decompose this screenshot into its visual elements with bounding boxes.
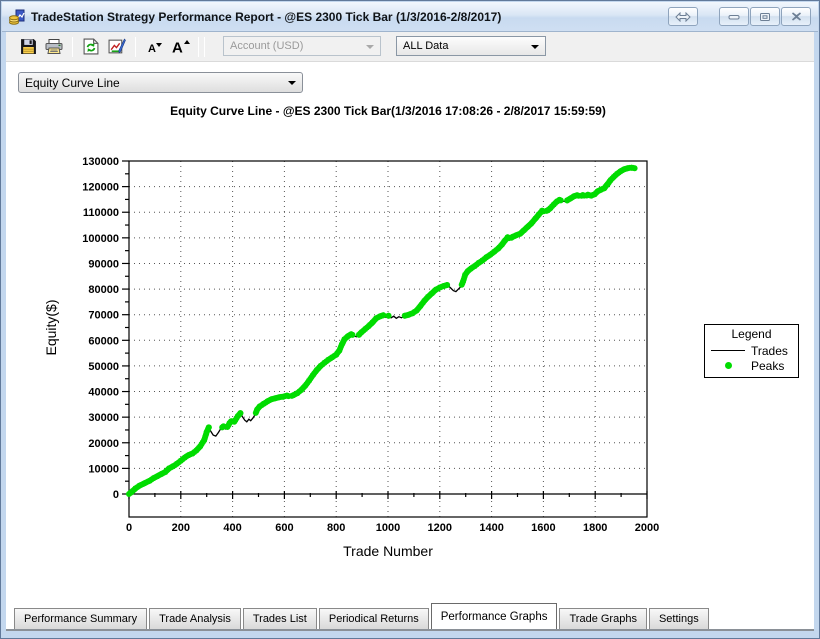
peaks-dot-sample <box>724 362 732 369</box>
y-tick-label: 20000 <box>88 438 119 450</box>
legend-label: Trades <box>751 343 788 358</box>
tab-trade-graphs[interactable]: Trade Graphs <box>559 608 647 629</box>
font-larger-icon: A <box>170 38 190 55</box>
toolbar-separator <box>135 36 136 57</box>
restore-icon <box>759 12 771 22</box>
legend-item-trades: Trades <box>705 343 798 358</box>
chart-legend: Legend Trades Peaks <box>704 324 799 378</box>
y-tick-label: 60000 <box>88 335 119 347</box>
toolbar-separator <box>198 36 199 57</box>
x-tick-label: 1200 <box>428 522 452 534</box>
tradestation-report-icon <box>9 9 25 25</box>
data-range-dropdown-value: ALL Data <box>403 40 449 52</box>
toolbar-separator <box>204 36 205 57</box>
export-report-button[interactable] <box>104 35 130 59</box>
printer-icon <box>45 38 63 55</box>
chart-title: Equity Curve Line - @ES 2300 Tick Bar(1/… <box>170 104 606 118</box>
save-button[interactable] <box>15 35 41 59</box>
x-tick-label: 1800 <box>583 522 607 534</box>
x-tick-label: 1600 <box>531 522 555 534</box>
toolbar: A A Account (USD) ALL Data <box>6 32 814 61</box>
chevron-down-icon <box>531 45 539 49</box>
x-tick-label: 600 <box>275 522 293 534</box>
legend-title: Legend <box>731 327 772 341</box>
maximize-button[interactable] <box>750 7 780 26</box>
plot-frame <box>128 160 648 518</box>
refresh-button[interactable] <box>78 35 104 59</box>
y-tick-label: 30000 <box>88 412 119 424</box>
x-axis-title: Trade Number <box>343 543 433 559</box>
report-area: Equity Curve Line 0 10000 20000 30000 40000 5… <box>6 61 814 631</box>
print-button[interactable] <box>41 35 67 59</box>
y-tick-label: 80000 <box>88 284 119 296</box>
trades-line-sample <box>711 350 745 351</box>
x-tick-label: 1000 <box>376 522 400 534</box>
font-smaller-icon: A <box>145 39 163 55</box>
window-title: TradeStation Strategy Performance Report… <box>31 9 502 24</box>
y-tick-label: 70000 <box>88 310 119 322</box>
refresh-page-icon <box>83 38 99 55</box>
minimize-button[interactable] <box>719 7 749 26</box>
y-tick-label: 110000 <box>83 207 119 219</box>
equity-curve-chart: 0100002000030000400005000060000700008000… <box>43 104 659 559</box>
y-tick-label: 10000 <box>88 463 119 475</box>
x-tick-label: 0 <box>126 522 132 534</box>
x-tick-label: 800 <box>327 522 345 534</box>
restore-toggle-button[interactable] <box>668 7 698 26</box>
tab-performance-summary[interactable]: Performance Summary <box>14 608 148 629</box>
x-tick-label: 200 <box>172 522 190 534</box>
y-tick-label: 100000 <box>82 233 119 245</box>
tab-settings[interactable]: Settings <box>648 608 709 629</box>
y-tick-label: 0 <box>113 489 119 501</box>
app-window: TradeStation Strategy Performance Report… <box>0 0 820 639</box>
y-tick-label: 130000 <box>82 156 119 168</box>
peaks-series-dots <box>126 164 638 497</box>
y-tick-label: 40000 <box>88 387 119 399</box>
y-tick-label: 120000 <box>82 182 119 194</box>
y-axis-title: Equity($) <box>43 299 59 355</box>
svg-text:A: A <box>148 43 156 55</box>
account-dropdown-value: Account (USD) <box>230 40 304 52</box>
chevron-down-icon <box>366 45 374 49</box>
y-tick-label: 90000 <box>88 258 119 270</box>
trades-series-line <box>128 167 635 495</box>
tab-performance-graphs[interactable]: Performance Graphs <box>430 603 558 629</box>
floppy-disk-icon <box>20 38 37 55</box>
close-icon <box>791 12 802 21</box>
title-bar: TradeStation Strategy Performance Report… <box>2 2 818 32</box>
x-tick-label: 1400 <box>479 522 503 534</box>
close-button[interactable] <box>781 7 811 26</box>
report-tabs: Performance Summary Trade Analysis Trades … <box>6 603 814 631</box>
tab-trades-list[interactable]: Trades List <box>242 608 317 629</box>
decrease-font-button[interactable]: A <box>141 35 167 59</box>
tab-trade-analysis[interactable]: Trade Analysis <box>149 608 241 629</box>
minimize-icon <box>728 13 740 21</box>
tab-periodical-returns[interactable]: Periodical Returns <box>318 608 429 629</box>
report-edit-icon <box>108 38 126 55</box>
increase-font-button[interactable]: A <box>167 35 193 59</box>
data-range-dropdown[interactable]: ALL Data <box>396 36 546 56</box>
legend-label: Peaks <box>751 358 785 373</box>
account-dropdown: Account (USD) <box>223 36 381 56</box>
double-arrow-icon <box>675 11 691 22</box>
legend-item-peaks: Peaks <box>705 358 798 373</box>
y-tick-label: 50000 <box>88 361 119 373</box>
svg-text:A: A <box>172 40 183 56</box>
toolbar-separator <box>72 36 73 57</box>
x-tick-label: 400 <box>223 522 241 534</box>
x-tick-label: 2000 <box>635 522 659 534</box>
